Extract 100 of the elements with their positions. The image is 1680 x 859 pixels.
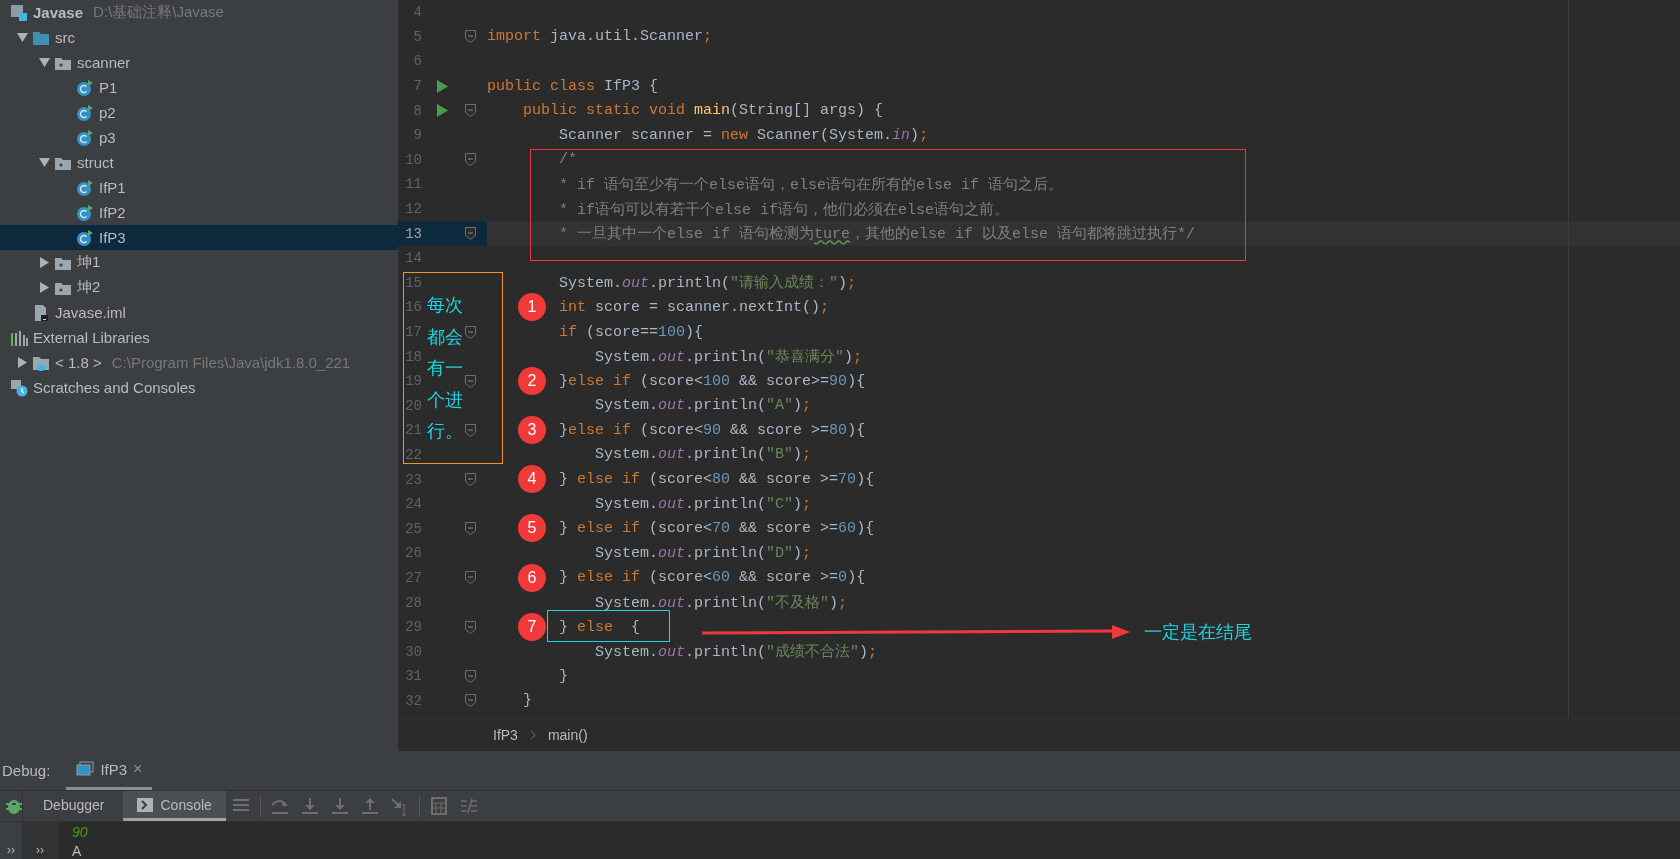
fold-icon[interactable]: [465, 104, 476, 118]
number-badge: 7: [518, 612, 546, 641]
code-line: int score = scanner.nextInt();: [559, 298, 830, 316]
expand-arrow-icon[interactable]: [38, 257, 50, 268]
number-badge: 2: [518, 366, 546, 395]
scratches-icon: [10, 378, 28, 397]
expand-arrow-icon[interactable]: [38, 282, 50, 293]
debug-subtab[interactable]: Debugger: [29, 791, 119, 821]
tree-item[interactable]: p2: [0, 100, 398, 125]
fold-icon[interactable]: [465, 423, 476, 437]
line-number: 21: [404, 422, 422, 439]
line-number: 8: [412, 102, 422, 119]
line-number: 14: [404, 250, 422, 267]
tree-item[interactable]: Javase D:\基础注释\Javase: [0, 0, 398, 25]
line-number: 20: [404, 397, 422, 414]
expand-arrow-icon[interactable]: [16, 357, 28, 368]
class-icon: [76, 128, 94, 147]
panel-title: Debug:: [2, 762, 51, 779]
line-number: 13: [404, 225, 422, 242]
fold-icon[interactable]: [465, 374, 476, 388]
libraries-icon: [10, 328, 28, 347]
breadcrumb-item[interactable]: IfP3: [493, 727, 518, 743]
fold-icon[interactable]: [465, 620, 476, 634]
code-line: System.out.println("C");: [595, 495, 812, 513]
collapse-arrow-icon[interactable]: [38, 57, 50, 68]
bug-icon[interactable]: [6, 797, 22, 815]
tree-item[interactable]: scanner: [0, 50, 398, 75]
run-icon[interactable]: [437, 104, 448, 118]
line-number: 29: [404, 619, 422, 636]
line-number: 12: [404, 201, 422, 218]
fold-icon[interactable]: [465, 153, 476, 167]
expand-icon[interactable]: ››: [36, 843, 44, 857]
tree-item[interactable]: IfP3: [0, 225, 398, 250]
path-label: D:\基础注释\Javase: [93, 3, 224, 22]
window-icon: [76, 761, 95, 777]
code-line: } else if (score<60 && score >=0){: [559, 569, 866, 587]
tree-item[interactable]: IfP1: [0, 175, 398, 200]
code-line: System.out.println("A");: [595, 397, 812, 415]
fold-icon[interactable]: [465, 669, 476, 683]
tree-item[interactable]: P1: [0, 75, 398, 100]
code-line: * if语句可以有若干个else if语句，他们必须在else语句之前。: [559, 200, 1010, 219]
code-line: System.out.println("请输入成绩：");: [559, 273, 857, 293]
number-badge: 4: [518, 465, 546, 494]
close-icon[interactable]: ×: [133, 760, 143, 778]
collapse-arrow-icon[interactable]: [38, 157, 50, 168]
line-number: 17: [404, 324, 422, 340]
tree-item[interactable]: 坤2: [0, 275, 398, 300]
annotation-text: 一定是在结尾: [1144, 621, 1252, 644]
tree-item[interactable]: src: [0, 25, 398, 50]
path-label: C:\Program Files\Java\jdk1.8.0_221: [111, 354, 351, 371]
line-number: 24: [404, 496, 422, 513]
line-number: 6: [412, 53, 422, 70]
tree-item[interactable]: Scratches and Consoles: [0, 375, 398, 400]
tree-item[interactable]: struct: [0, 150, 398, 175]
line-number: 9: [412, 127, 422, 144]
code-line: import java.util.Scanner;: [487, 28, 713, 46]
line-number: 28: [404, 594, 422, 611]
code-line: public class IfP3 {: [487, 77, 659, 95]
line-number: 25: [404, 520, 422, 537]
line-number: 11: [404, 176, 422, 193]
code-line: }: [559, 667, 569, 685]
number-badge: 1: [518, 293, 546, 322]
line-number: 7: [412, 78, 422, 95]
class-icon: [76, 178, 94, 197]
line-number: 4: [412, 4, 422, 21]
line-number: 10: [404, 151, 422, 168]
tree-item[interactable]: IfP2: [0, 200, 398, 225]
debug-subtab[interactable]: Console: [122, 791, 226, 821]
code-line: * 一旦其中一个else if 语句检测为ture，其他的else if 以及else 语句都将跳过执行*/: [559, 224, 1196, 244]
expand-icon[interactable]: ››: [7, 843, 15, 857]
line-number: 22: [404, 447, 422, 463]
line-number: 32: [404, 692, 422, 709]
tree-item[interactable]: < 1.8 > C:\Program Files\Java\jdk1.8.0_221: [0, 350, 398, 375]
tree-item[interactable]: External Libraries: [0, 325, 398, 350]
breadcrumb-item[interactable]: main(): [547, 727, 588, 743]
code-line: System.out.println("成绩不合法");: [595, 642, 878, 662]
code-line: }else if (score<100 && score>=90){: [559, 372, 866, 390]
line-number: 27: [404, 569, 422, 586]
fold-icon[interactable]: [465, 571, 476, 585]
fold-icon[interactable]: [465, 325, 476, 339]
line-number: 23: [404, 471, 422, 488]
fold-icon[interactable]: [465, 30, 476, 44]
tree-item[interactable]: Javase.iml: [0, 300, 398, 325]
console-line: 90: [72, 822, 89, 841]
code-line: Scanner scanner = new Scanner(System.in);: [559, 126, 929, 144]
class-icon: [76, 103, 94, 122]
fold-icon[interactable]: [465, 473, 476, 487]
fold-icon[interactable]: [465, 522, 476, 536]
fold-icon[interactable]: [465, 227, 476, 241]
tree-item[interactable]: p3: [0, 125, 398, 150]
line-number: 5: [412, 28, 422, 45]
number-badge: 5: [518, 514, 546, 543]
collapse-arrow-icon[interactable]: [16, 32, 28, 43]
fold-icon[interactable]: [465, 694, 476, 708]
line-number: 26: [404, 545, 422, 562]
code-line: /*: [559, 151, 578, 169]
run-icon[interactable]: [437, 79, 448, 93]
tree-item[interactable]: 坤1: [0, 250, 398, 275]
line-number: 15: [404, 274, 422, 291]
number-badge: 3: [518, 416, 546, 445]
